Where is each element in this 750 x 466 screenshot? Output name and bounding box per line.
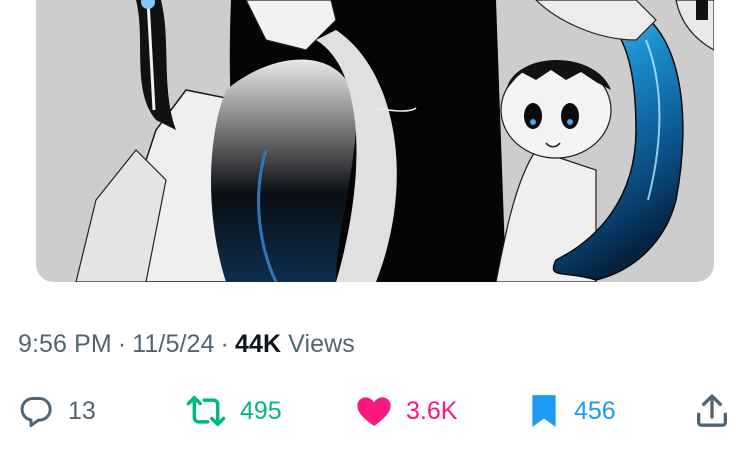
bookmark-button[interactable]: 456	[526, 388, 616, 434]
views-label[interactable]: Views	[288, 330, 355, 358]
meta-separator: ·	[220, 330, 229, 358]
repost-button[interactable]: 495	[184, 388, 282, 434]
share-button[interactable]	[692, 388, 732, 434]
bookmark-filled-icon	[526, 391, 562, 431]
meta-separator: ·	[117, 330, 127, 358]
tweet-media-image[interactable]	[36, 0, 714, 282]
reply-button[interactable]: 13	[16, 388, 96, 434]
tweet-time[interactable]: 9:56 PM	[18, 330, 112, 358]
tweet-date[interactable]: 11/5/24	[132, 330, 214, 358]
like-count: 3.6K	[406, 396, 458, 425]
repost-count: 495	[240, 396, 282, 425]
illustration-artwork	[36, 0, 714, 282]
tweet-action-bar: 13 495 3.6K 456	[16, 388, 734, 434]
reply-count: 13	[68, 396, 96, 425]
heart-filled-icon	[354, 391, 394, 431]
speech-bubble-icon	[16, 391, 56, 431]
bookmark-count: 456	[574, 396, 616, 425]
repost-arrows-icon	[184, 391, 228, 431]
views-count[interactable]: 44K	[235, 330, 281, 358]
like-button[interactable]: 3.6K	[354, 388, 457, 434]
tweet-metadata: 9:56 PM · 11/5/24 · 44K Views	[18, 330, 355, 359]
share-upload-icon	[692, 391, 732, 431]
